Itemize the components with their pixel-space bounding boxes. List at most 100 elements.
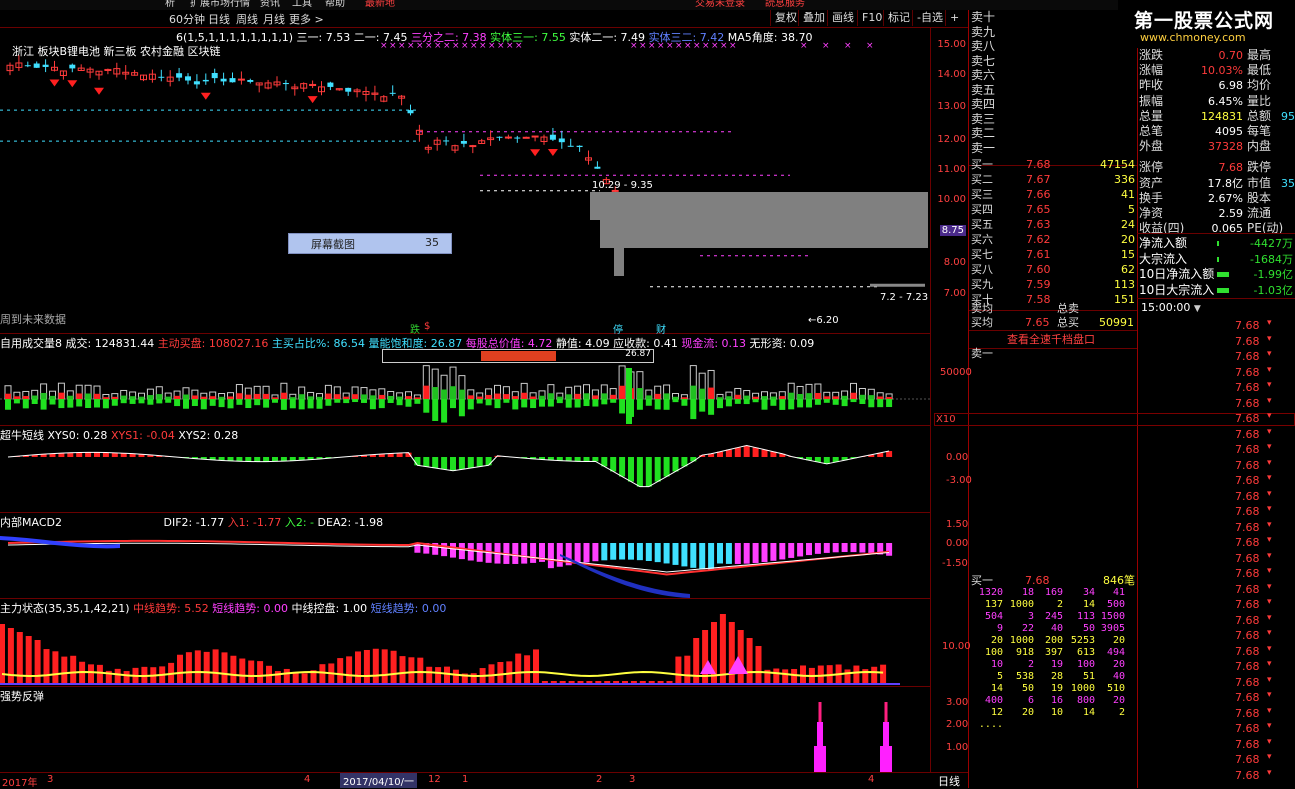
buy-level-price[interactable]: 7.58 [1026, 292, 1051, 307]
low-price-label: ←6.20 [808, 315, 839, 326]
volume-bar-sell [717, 399, 723, 408]
queue-order: 20 [971, 635, 1003, 647]
queue-order: 14 [1063, 707, 1095, 719]
volume-bar [50, 396, 56, 399]
tick-price: 7.68 [1235, 690, 1260, 705]
buy-level-price[interactable]: 7.66 [1026, 187, 1051, 202]
main-force-bar [782, 669, 788, 684]
draw-line-button[interactable]: 画线 [827, 10, 858, 26]
volume-bar [886, 397, 892, 399]
menu-news[interactable]: 资讯 [260, 0, 280, 9]
volume-bar [201, 397, 207, 399]
candle-up [505, 137, 511, 138]
buy-level-label: 买四 [971, 202, 993, 217]
add-watchlist-button[interactable]: + [945, 10, 963, 26]
screenshot-tool[interactable]: 屏幕截图 35 [288, 233, 452, 254]
volume-bars [0, 363, 930, 425]
macd-bar [584, 543, 590, 562]
macd-bar [735, 543, 741, 564]
queue-order: 538 [1002, 671, 1034, 683]
short-bar [690, 457, 696, 461]
volume-bar [726, 396, 732, 399]
view-all-depth-link[interactable]: 查看全速千档盘口 [1007, 332, 1095, 347]
buy-level-price[interactable]: 7.60 [1026, 262, 1051, 277]
queue-order: 1000 [1002, 599, 1034, 611]
main-force-bar [675, 657, 681, 684]
buy-level-price[interactable]: 7.68 [1026, 157, 1051, 172]
volume-bar-sell [779, 399, 785, 410]
tab-daily[interactable]: 日线 [208, 11, 238, 27]
stat-value: 17.8亿 [1191, 176, 1243, 191]
volume-bar [352, 394, 358, 399]
popup-panel-remnant-2 [600, 220, 928, 248]
volume-bar-sell [762, 399, 768, 410]
menu-tools[interactable]: 工具 [292, 0, 312, 9]
total-buy-label: 总买 [1057, 315, 1079, 330]
tick-price: 7.68 [1235, 520, 1260, 535]
main-force-bar [400, 656, 406, 684]
main-force-bar [693, 638, 699, 684]
menu-latest[interactable]: 最新地 [365, 0, 395, 9]
buy-level-price[interactable]: 7.59 [1026, 277, 1051, 292]
menu-service[interactable]: 読息服务 [765, 0, 805, 9]
macd-bar [859, 543, 865, 553]
total-sell-label: 总卖 [1057, 301, 1079, 316]
volume-bar-sell [521, 399, 527, 407]
candle-down [176, 73, 182, 77]
short-bar [637, 457, 643, 487]
menu-extended[interactable]: 扩展市场行情 [190, 0, 250, 9]
queue-order: 504 [971, 611, 1003, 623]
menu-trade[interactable]: 交易未登录 [695, 0, 745, 9]
queue-order: 800 [1063, 695, 1095, 707]
queue-order: 200 [1031, 635, 1063, 647]
tab-weekly[interactable]: 周线 [236, 11, 266, 27]
menu-help[interactable]: 帮助 [325, 0, 345, 9]
remove-watchlist-button[interactable]: -自选 [912, 10, 947, 26]
buy-level-price[interactable]: 7.61 [1026, 247, 1051, 262]
volume-bar-sell [76, 399, 82, 406]
overlay-button[interactable]: 叠加 [798, 10, 829, 26]
restore-rights-button[interactable]: 复权 [770, 10, 801, 26]
macd-bar [441, 543, 447, 556]
buy-level-price[interactable]: 7.63 [1026, 217, 1051, 232]
candle-down [212, 73, 218, 78]
macd-bar [886, 543, 892, 556]
volume-bar [806, 393, 812, 399]
axis-m3: 3 [47, 774, 53, 785]
buy-level-price[interactable]: 7.65 [1026, 202, 1051, 217]
volume-bar-sell [824, 399, 830, 403]
volume-bar [512, 396, 518, 399]
buy-level-label: 买三 [971, 187, 993, 202]
buy-level-price[interactable]: 7.67 [1026, 172, 1051, 187]
volume-bar-sell [388, 399, 394, 403]
mark-button[interactable]: 标记 [883, 10, 914, 26]
candle-down [559, 138, 565, 142]
volume-bar [584, 393, 590, 399]
volume-bar-sell [699, 399, 705, 412]
stat-label-2: 跌停 [1247, 160, 1271, 175]
candlestick-chart[interactable]: ×××××××××××××××××××××××××××××××× [0, 28, 930, 333]
volume-bar [432, 387, 438, 399]
short-bar [655, 457, 661, 482]
f10-button[interactable]: F10 [857, 10, 886, 26]
buy-level-price[interactable]: 7.62 [1026, 232, 1051, 247]
volume-bar-sell [459, 399, 465, 416]
queue-order: 10 [971, 659, 1003, 671]
volume-bar-sell [584, 399, 590, 406]
volume-bar-sell [735, 399, 741, 404]
menu-analysis[interactable]: 析 [165, 0, 175, 9]
main-force-bar [880, 665, 886, 684]
volume-bar [308, 396, 314, 399]
tab-more[interactable]: 更多 > [289, 11, 329, 27]
tab-60min[interactable]: 60分钟 [169, 11, 209, 27]
buy-level-label: 买二 [971, 172, 993, 187]
signal-marker: × [506, 41, 514, 51]
short-bar [85, 452, 91, 457]
period-label[interactable]: 日线 [938, 773, 960, 789]
signal-marker: × [434, 41, 442, 51]
axis-cursor-date: 2017/04/10/一 [340, 773, 417, 788]
volume-bar-sell [58, 399, 64, 408]
popup-panel-remnant-3 [614, 248, 624, 276]
volume-bar [85, 394, 91, 399]
volume-bar [521, 393, 527, 399]
